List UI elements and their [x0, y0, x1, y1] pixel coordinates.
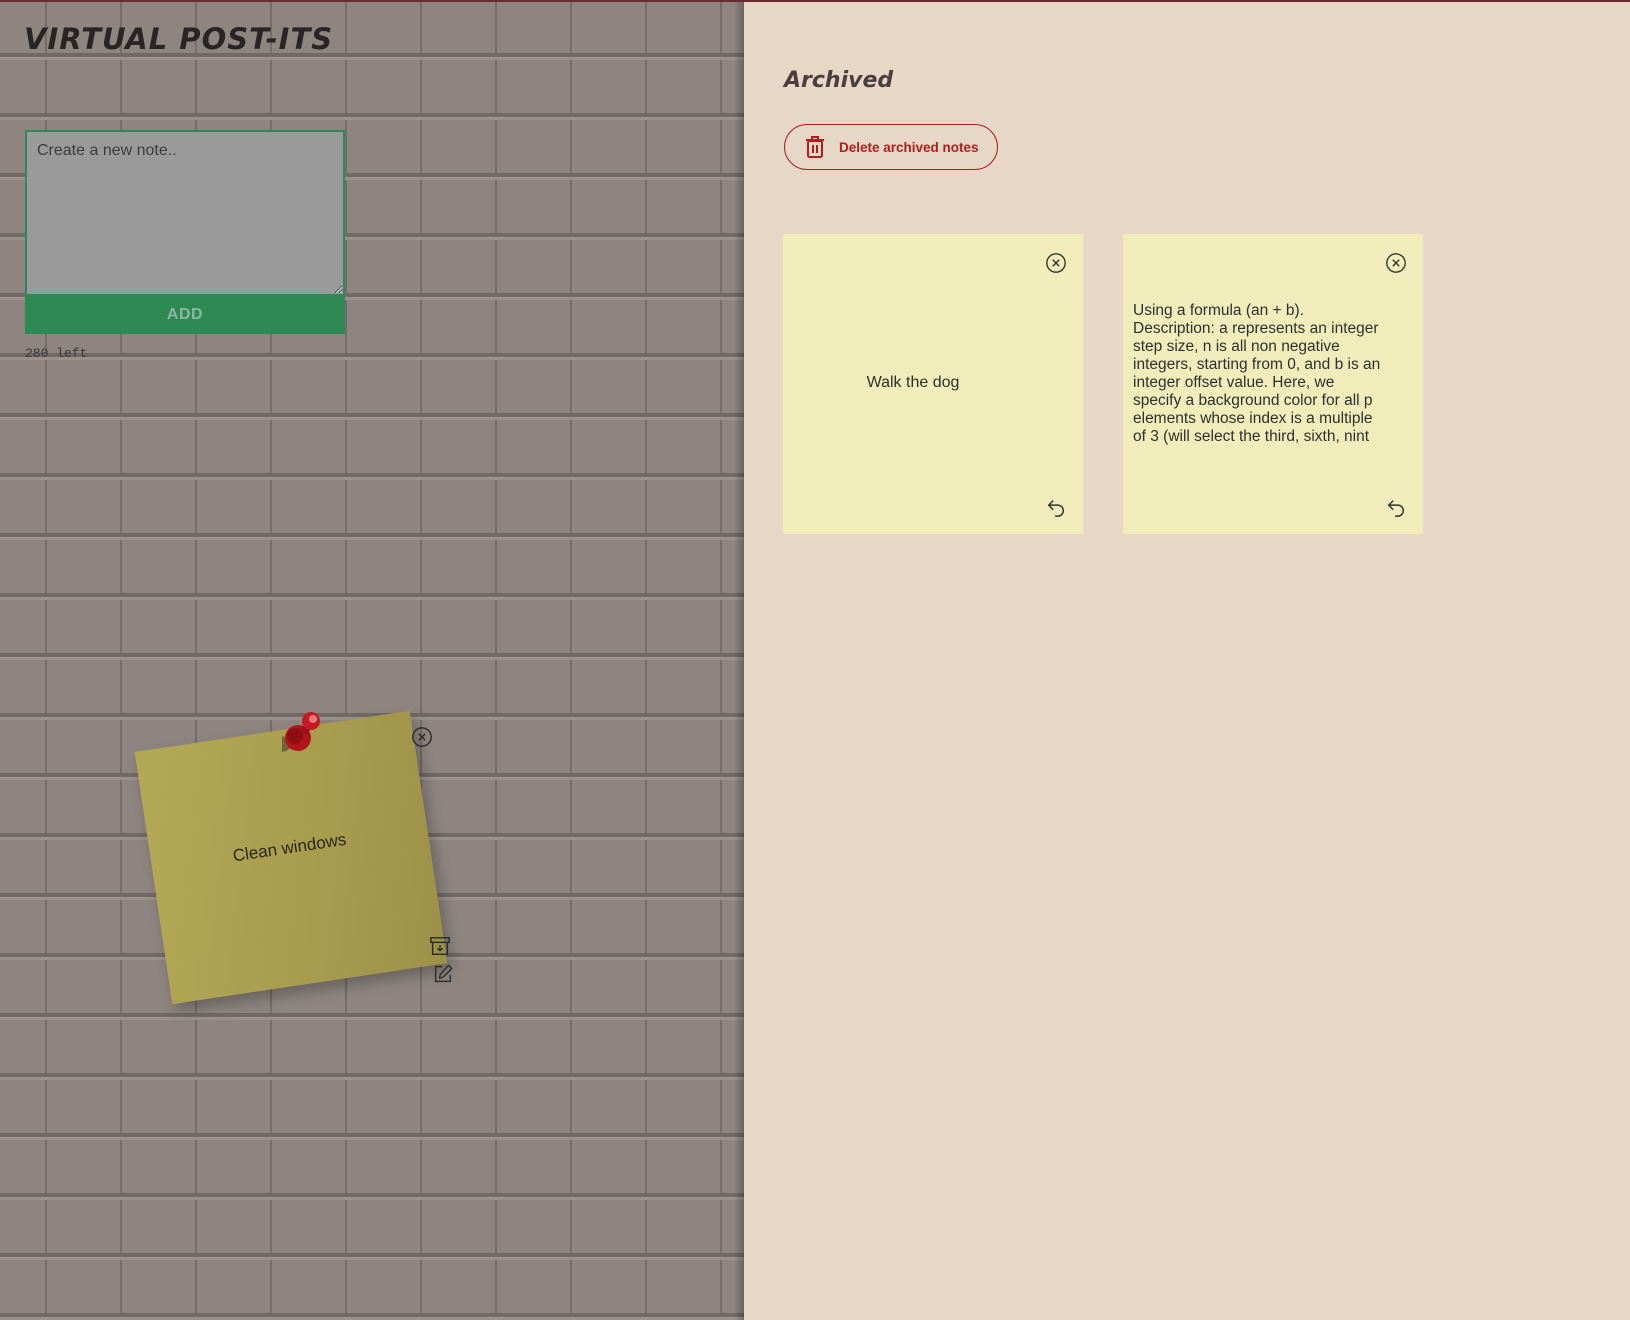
add-button[interactable]: ADD	[25, 296, 345, 334]
top-border	[0, 0, 1630, 2]
close-icon[interactable]	[1385, 252, 1407, 274]
archive-panel: Archived Delete archived notes Walk the …	[744, 0, 1630, 1320]
note-text: Clean windows	[231, 829, 348, 866]
close-icon[interactable]	[411, 726, 433, 748]
delete-archived-label: Delete archived notes	[839, 139, 979, 155]
edit-icon[interactable]	[432, 963, 454, 985]
note-text: Walk the dog	[866, 374, 960, 391]
trash-icon	[806, 136, 824, 158]
note-text: Using a formula (an + b). Description: a…	[1133, 302, 1381, 445]
archived-note: Walk the dog	[783, 234, 1083, 534]
undo-icon[interactable]	[1045, 496, 1067, 518]
app-title: VIRTUAL POST-ITS	[24, 22, 334, 56]
close-icon[interactable]	[1045, 252, 1067, 274]
note-composer: ADD	[25, 130, 345, 334]
overlay-shade	[734, 0, 744, 1320]
archive-title: Archived	[784, 68, 894, 93]
archived-note: Using a formula (an + b). Description: a…	[1123, 234, 1423, 534]
undo-icon[interactable]	[1385, 496, 1407, 518]
archive-icon[interactable]	[429, 935, 451, 957]
pushpin-icon	[282, 712, 320, 752]
new-note-input[interactable]	[25, 130, 345, 296]
character-counter: 280 left	[25, 346, 88, 361]
delete-archived-button[interactable]: Delete archived notes	[784, 124, 998, 170]
